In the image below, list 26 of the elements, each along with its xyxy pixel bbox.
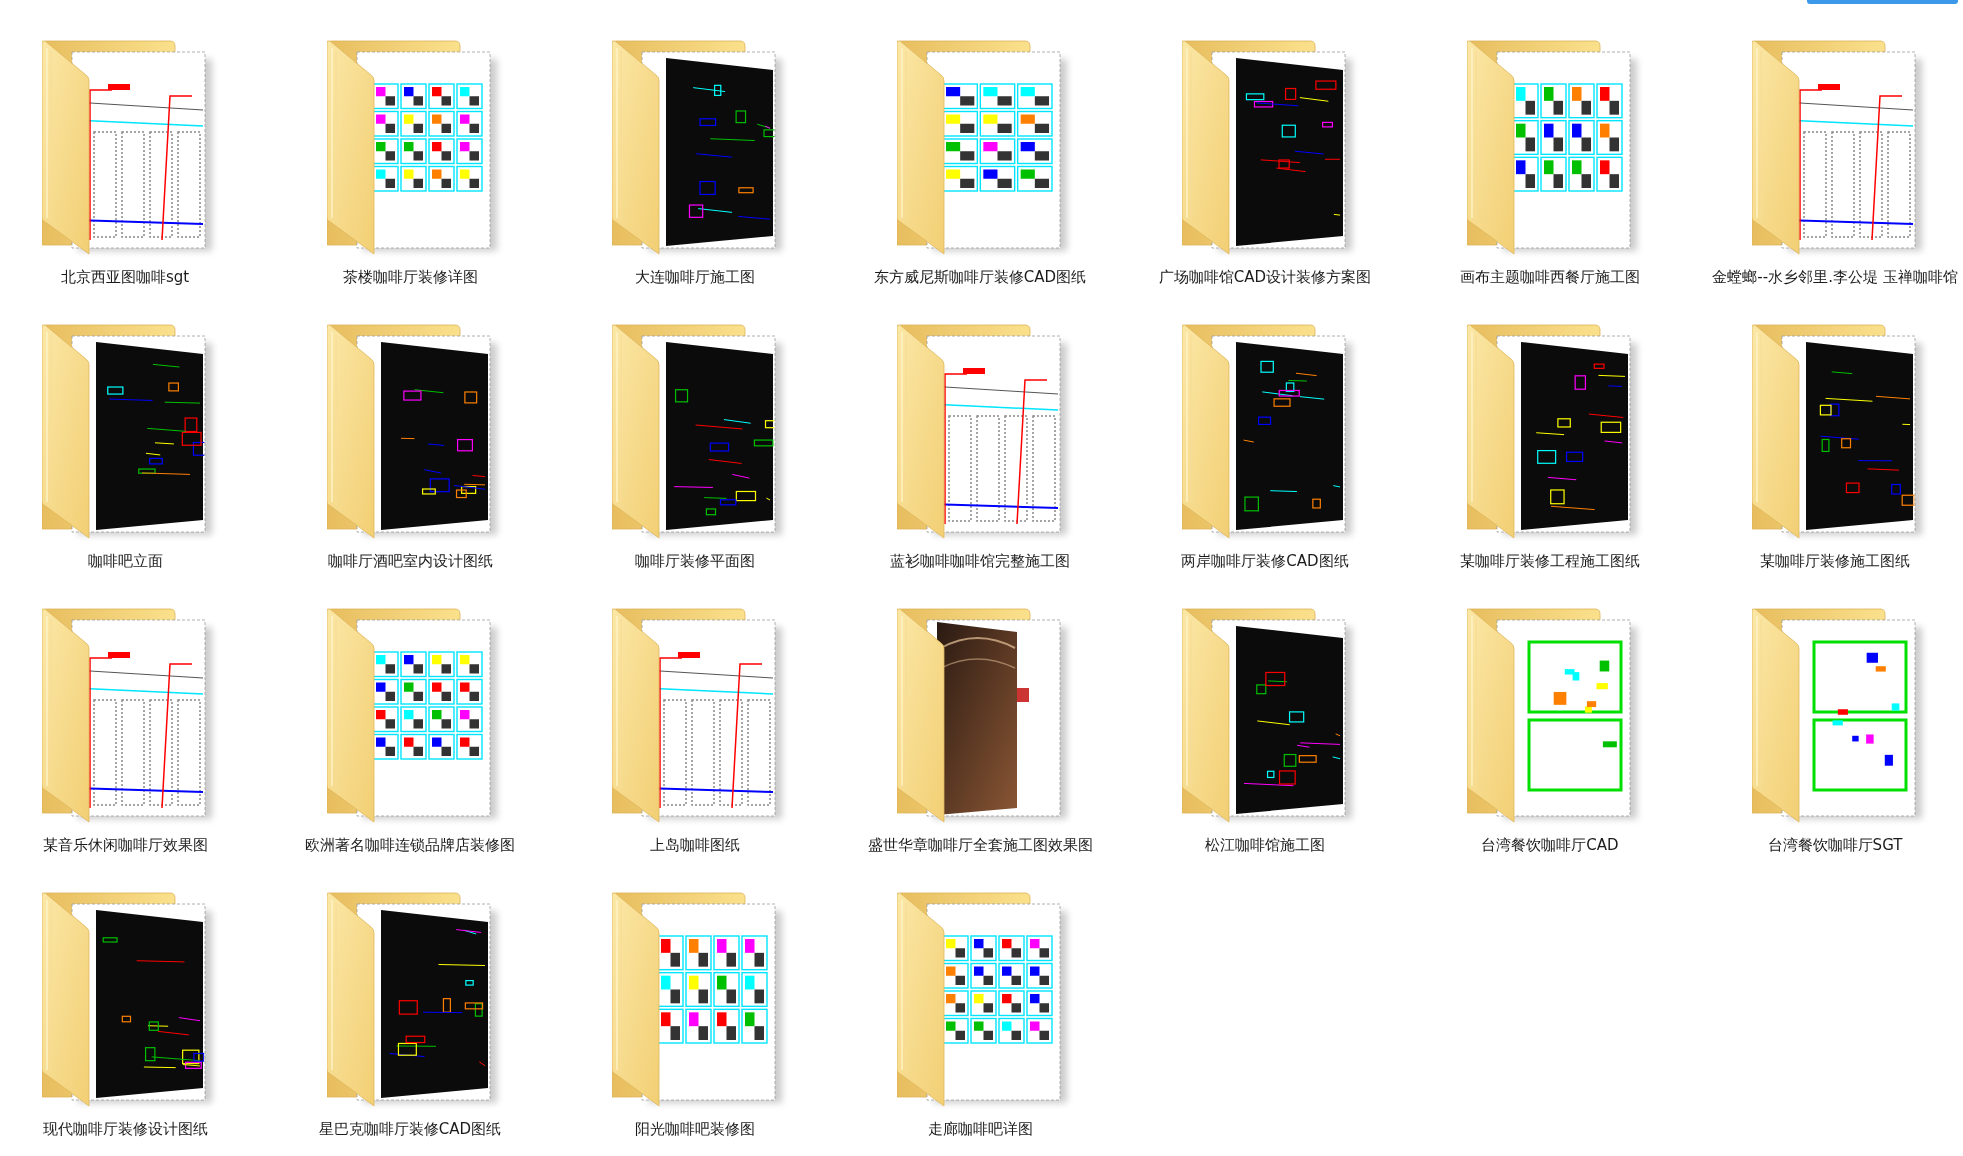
folder-name[interactable]: 大连咖啡厅施工图: [635, 267, 755, 287]
folder-name[interactable]: 茶楼咖啡厅装修详图: [342, 267, 478, 287]
folder-name[interactable]: 阳光咖啡吧装修图: [635, 1119, 755, 1139]
folder-name[interactable]: 盛世华章咖啡厅全套施工图效果图: [867, 835, 1093, 855]
folder-name[interactable]: 咖啡吧立面: [87, 551, 163, 571]
folder-name[interactable]: 咖啡厅酒吧室内设计图纸: [327, 551, 493, 571]
folder-name[interactable]: 画布主题咖啡西餐厅施工图: [1460, 267, 1640, 287]
folder-name[interactable]: 台湾餐饮咖啡厅CAD: [1481, 835, 1619, 855]
folder-name[interactable]: 北京西亚图咖啡sgt: [60, 267, 190, 287]
folder-name[interactable]: 某音乐休闲咖啡厅效果图: [42, 835, 208, 855]
folder-name[interactable]: 走廊咖啡吧详图: [927, 1119, 1033, 1139]
folder-name[interactable]: 广场咖啡馆CAD设计装修方案图: [1158, 267, 1372, 287]
folder-name[interactable]: 金螳螂--水乡邻里.李公堤 玉禅咖啡馆: [1712, 267, 1958, 287]
folder-name[interactable]: 现代咖啡厅装修设计图纸: [42, 1119, 208, 1139]
folder-name[interactable]: 某咖啡厅装修施工图纸: [1760, 551, 1910, 571]
folder-name[interactable]: 东方威尼斯咖啡厅装修CAD图纸: [873, 267, 1087, 287]
folder-name[interactable]: 蓝衫咖啡咖啡馆完整施工图: [890, 551, 1070, 571]
folder-name[interactable]: 两岸咖啡厅装修CAD图纸: [1181, 551, 1349, 571]
scroll-thumb[interactable]: [1807, 0, 1958, 4]
folder-name[interactable]: 星巴克咖啡厅装修CAD图纸: [318, 1119, 502, 1139]
folder-name[interactable]: 某咖啡厅装修工程施工图纸: [1460, 551, 1640, 571]
folder-name[interactable]: 台湾餐饮咖啡厅SGT: [1767, 835, 1903, 855]
folder-name[interactable]: 上岛咖啡图纸: [650, 835, 740, 855]
folder-name[interactable]: 咖啡厅装修平面图: [635, 551, 755, 571]
folder-name[interactable]: 欧洲著名咖啡连锁品牌店装修图: [305, 835, 515, 855]
folder-name[interactable]: 松江咖啡馆施工图: [1205, 835, 1325, 855]
